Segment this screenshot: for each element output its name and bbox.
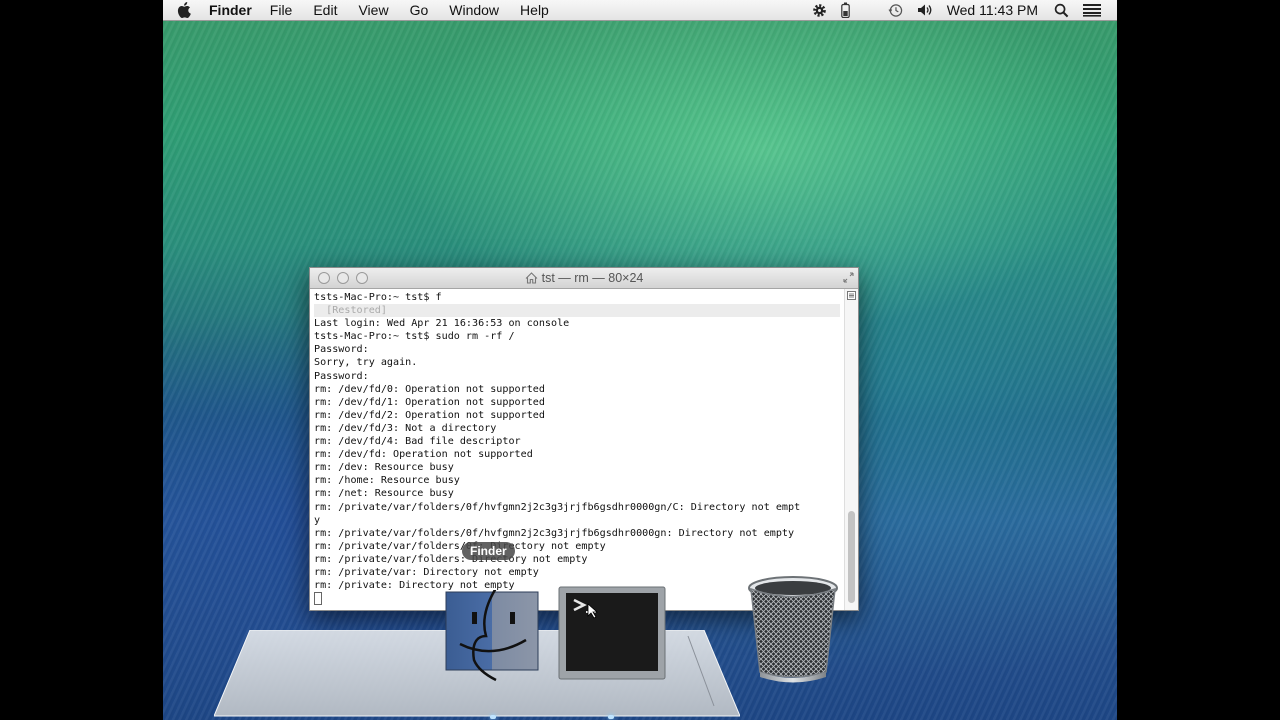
terminal-line: rm: /private/var/folders/0f: Directory n…	[314, 540, 606, 552]
finder-icon[interactable]	[444, 590, 540, 686]
terminal-line: Last login: Wed Apr 21 16:36:53 on conso…	[314, 318, 570, 330]
terminal-titlebar[interactable]: tst — rm — 80×24	[310, 268, 858, 289]
terminal-line: rm: /private/var/folders/0f/hvfgmn2j2c3g…	[314, 501, 801, 513]
terminal-line: rm: /net: Resource busy	[314, 488, 454, 500]
apple-menu-icon[interactable]	[177, 2, 193, 18]
gear-icon[interactable]	[812, 3, 827, 18]
terminal-line: rm: /private/var/folders/0f/hvfgmn2j2c3g…	[314, 527, 795, 539]
battery-icon[interactable]	[840, 2, 850, 18]
terminal-line: Password:	[314, 370, 369, 382]
terminal-app-icon[interactable]	[558, 586, 666, 682]
menu-app-name[interactable]: Finder	[209, 2, 252, 18]
scrollbar-thumb[interactable]	[848, 511, 855, 603]
dock-running-indicator	[608, 715, 614, 719]
terminal-line: tsts-Mac-Pro:~ tst$ sudo rm -rf /	[314, 331, 515, 343]
menu-edit[interactable]: Edit	[313, 2, 337, 18]
terminal-line: rm: /dev/fd/0: Operation not supported	[314, 383, 545, 395]
menu-file[interactable]: File	[270, 2, 293, 18]
dock-running-indicator	[490, 715, 496, 719]
dock-tooltip: Finder	[462, 542, 515, 560]
terminal-line: rm: /dev/fd/3: Not a directory	[314, 422, 497, 434]
search-icon[interactable]	[1054, 3, 1069, 18]
terminal-line: rm: /private/var/folders: Directory not …	[314, 553, 588, 565]
terminal-output[interactable]: tsts-Mac-Pro:~ tst$ f [Restored] Last log…	[310, 289, 844, 610]
terminal-line: rm: /home: Resource busy	[314, 475, 460, 487]
terminal-line: rm: /dev/fd/2: Operation not supported	[314, 409, 545, 421]
trash-icon[interactable]	[746, 574, 840, 686]
list-icon[interactable]	[1083, 3, 1101, 17]
terminal-line: y	[314, 514, 321, 526]
menu-window[interactable]: Window	[449, 2, 499, 18]
terminal-line: rm: /dev: Resource busy	[314, 462, 454, 474]
menu-go[interactable]: Go	[410, 2, 429, 18]
terminal-line: Sorry, try again.	[314, 357, 418, 369]
terminal-line: rm: /dev/fd/4: Bad file descriptor	[314, 436, 521, 448]
menu-help[interactable]: Help	[520, 2, 549, 18]
menu-view[interactable]: View	[358, 2, 388, 18]
terminal-line: tsts-Mac-Pro:~ tst$ f	[314, 292, 442, 303]
volume-icon[interactable]	[917, 3, 933, 17]
scroll-marks-icon[interactable]	[847, 291, 856, 300]
terminal-window[interactable]: tst — rm — 80×24 tsts-Mac-Pro:~ tst$ f […	[309, 267, 859, 611]
window-title: tst — rm — 80×24	[541, 271, 644, 285]
text-cursor	[314, 592, 322, 606]
terminal-line: rm: /dev/fd/1: Operation not supported	[314, 396, 545, 408]
fullscreen-icon[interactable]	[843, 272, 854, 283]
menu-clock[interactable]: Wed 11:43 PM	[947, 2, 1038, 18]
menu-bar: Finder File Edit View Go Window Help Wed…	[163, 0, 1117, 21]
terminal-line: Password:	[314, 344, 369, 356]
home-icon	[525, 272, 537, 284]
terminal-scrollbar[interactable]	[844, 289, 858, 610]
terminal-line-restored: [Restored]	[314, 304, 840, 318]
terminal-line: rm: /dev/fd: Operation not supported	[314, 449, 533, 461]
time-machine-icon[interactable]	[888, 3, 903, 18]
dock	[214, 576, 838, 720]
window-title-wrap: tst — rm — 80×24	[310, 268, 858, 288]
